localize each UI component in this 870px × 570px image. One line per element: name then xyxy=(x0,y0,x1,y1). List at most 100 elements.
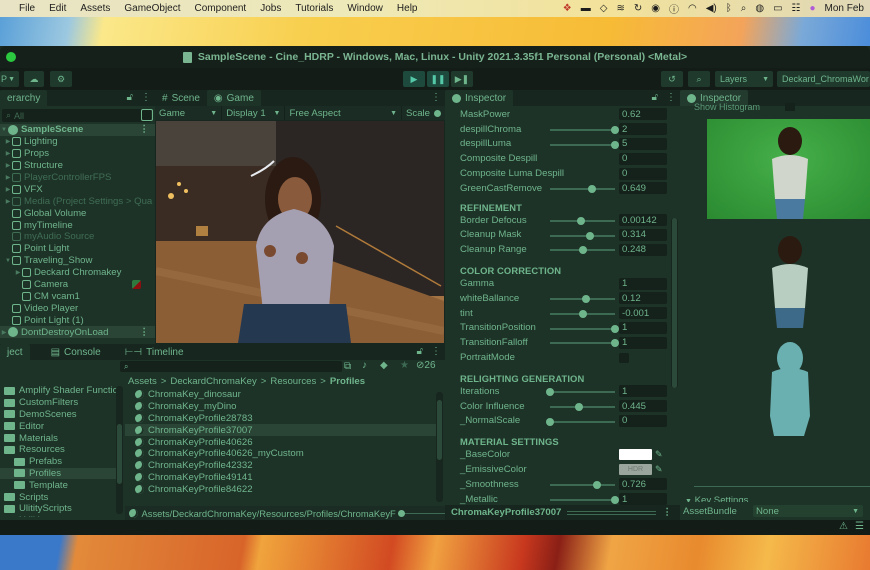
asset-item[interactable]: ChromaKeyProfile28783 xyxy=(135,413,436,425)
folder-item[interactable]: Resources xyxy=(0,444,118,456)
control-center-icon[interactable]: ☷ xyxy=(792,3,801,14)
asset-item[interactable]: ChromaKeyProfile37007 xyxy=(125,424,436,437)
menu-assets[interactable]: Assets xyxy=(73,3,117,14)
settings-button[interactable]: ⚙ xyxy=(50,71,72,87)
collab-icon[interactable]: ☰ xyxy=(855,521,864,532)
slider-knob[interactable] xyxy=(578,246,587,255)
tab-inspector[interactable]: Inspector xyxy=(445,90,514,106)
slider-knob[interactable] xyxy=(582,294,591,303)
hierarchy-item[interactable]: Camera xyxy=(0,279,155,291)
foldout-arrow-icon[interactable]: ▶ xyxy=(4,150,12,157)
menu-help[interactable]: Help xyxy=(390,3,425,14)
display-dropdown[interactable]: Display 1 ▼ xyxy=(222,106,286,120)
kebab-menu-icon[interactable]: ⋮ xyxy=(431,346,441,357)
slider-knob[interactable] xyxy=(611,339,619,348)
property-slider[interactable] xyxy=(550,140,619,149)
property-slider[interactable] xyxy=(546,417,615,426)
slider-knob[interactable] xyxy=(574,402,583,411)
aspect-dropdown[interactable]: Free Aspect ▼ xyxy=(285,106,402,120)
foldout-arrow-icon[interactable]: ▶ xyxy=(4,186,12,193)
slider-knob[interactable] xyxy=(546,417,554,426)
volume-icon[interactable]: ◀) xyxy=(706,3,717,14)
scrollbar-thumb[interactable] xyxy=(672,218,677,388)
eyedropper-icon[interactable]: ✎ xyxy=(655,464,663,475)
property-slider[interactable] xyxy=(546,387,615,396)
folder-item[interactable]: Template xyxy=(0,479,118,491)
menu-tutorials[interactable]: Tutorials xyxy=(288,3,340,14)
property-value-field[interactable]: 1 xyxy=(619,321,667,334)
tab-project[interactable]: ject xyxy=(0,344,30,360)
eyedropper-icon[interactable]: ✎ xyxy=(655,449,663,460)
kebab-menu-icon[interactable]: ⋮ xyxy=(139,327,149,338)
filter-by-type-icon[interactable]: ♪ xyxy=(362,360,367,371)
slider-knob[interactable] xyxy=(611,125,619,134)
cloud-button[interactable]: ☁ xyxy=(24,71,44,87)
slider-knob[interactable] xyxy=(611,324,619,333)
property-slider[interactable] xyxy=(550,231,615,240)
hierarchy-item[interactable]: ▶ VFX xyxy=(0,183,155,195)
layers-dropdown[interactable]: Layers ▼ xyxy=(715,71,773,87)
kebab-menu-icon[interactable]: ⋮ xyxy=(666,92,676,103)
slider-knob[interactable] xyxy=(593,480,602,489)
slider-knob[interactable] xyxy=(546,387,554,396)
hierarchy-item[interactable]: ▶ Media (Project Settings > Qua xyxy=(0,195,155,207)
hierarchy-item[interactable]: ▶ PlayerControllerFPS xyxy=(0,172,155,184)
kebab-menu-icon[interactable]: ⋮ xyxy=(139,124,149,135)
folder-item[interactable]: UlitityScripts xyxy=(0,503,118,515)
foldout-arrow-icon[interactable]: ▼ xyxy=(0,127,8,133)
property-value-field[interactable]: 0.726 xyxy=(619,478,667,491)
asset-item[interactable]: ChromaKeyProfile49141 xyxy=(135,472,436,484)
hierarchy-item[interactable]: myTimeline xyxy=(0,219,155,231)
breadcrumb-item[interactable]: Resources xyxy=(270,376,316,387)
asset-item[interactable]: ChromaKey_myDino xyxy=(135,401,436,413)
lock-icon[interactable]: 🔓︎ xyxy=(652,92,658,103)
property-value-field[interactable]: 0 xyxy=(619,152,667,165)
asset-scrollbar[interactable] xyxy=(436,392,443,502)
kebab-menu-icon[interactable]: ⋮ xyxy=(662,507,672,518)
histogram-toggle[interactable] xyxy=(785,103,795,111)
scrollbar-thumb[interactable] xyxy=(117,424,122,484)
debug-icon[interactable]: ⚠ xyxy=(839,521,848,532)
color-swatch[interactable]: HDR xyxy=(619,464,652,476)
spotlight-icon[interactable]: ⌕ xyxy=(741,3,747,14)
slider-knob[interactable] xyxy=(578,309,587,318)
property-value-field[interactable]: 1 xyxy=(619,336,667,349)
folder-item[interactable]: Materials xyxy=(0,432,118,444)
property-value-field[interactable]: 0.62 xyxy=(619,108,667,121)
hierarchy-item[interactable]: ▶ Deckard Chromakey xyxy=(0,267,155,279)
slider-knob[interactable] xyxy=(588,184,597,193)
step-button[interactable]: ▶❚ xyxy=(451,71,473,87)
layout-dropdown[interactable]: Deckard_ChromaWor xyxy=(777,71,870,87)
menu-gameobject[interactable]: GameObject xyxy=(117,3,187,14)
play-button[interactable]: ▶ xyxy=(403,71,425,87)
property-value-field[interactable]: 0 xyxy=(619,414,667,427)
folder-item[interactable]: Amplify Shader Functio xyxy=(0,385,118,397)
wifi-icon[interactable]: ◠ xyxy=(688,3,697,14)
user-icon[interactable]: ◍ xyxy=(755,3,764,14)
foldout-arrow-icon[interactable]: ▶ xyxy=(4,198,12,205)
folder-item[interactable]: Scripts xyxy=(0,491,118,503)
property-value-field[interactable]: 0.649 xyxy=(619,182,667,195)
property-slider[interactable] xyxy=(550,184,615,193)
foldout-arrow-icon[interactable]: ▶ xyxy=(14,269,22,276)
hierarchy-item[interactable]: Point Light xyxy=(0,243,155,255)
property-value-field[interactable]: -0.001 xyxy=(619,307,667,320)
asset-item[interactable]: ChromaKeyProfile42332 xyxy=(135,460,436,472)
property-slider[interactable] xyxy=(550,125,619,134)
hierarchy-item[interactable]: Point Light (1) xyxy=(0,314,155,326)
sync-icon[interactable]: ↻ xyxy=(634,3,642,14)
inspector-scrollbar[interactable] xyxy=(671,218,678,388)
property-value-field[interactable]: 1 xyxy=(619,493,667,506)
asset-item[interactable]: ChromaKey_dinosaur xyxy=(135,389,436,401)
tab-scene[interactable]: # Scene xyxy=(155,90,207,106)
show-histogram-label[interactable]: Show Histogram xyxy=(694,102,760,112)
asset-item[interactable]: ChromaKeyProfile40626_myCustom xyxy=(135,448,436,460)
slider-knob[interactable] xyxy=(577,216,586,225)
info-icon[interactable]: ⓘ xyxy=(669,1,679,16)
property-value-field[interactable]: 2 xyxy=(619,123,667,136)
hierarchy-item[interactable]: ▶ Props xyxy=(0,148,155,160)
expand-search-icon[interactable]: ⧉ xyxy=(344,361,351,372)
property-value-field[interactable]: 5 xyxy=(619,137,667,150)
property-checkbox[interactable] xyxy=(619,352,629,363)
game-mode-dropdown[interactable]: Game ▼ xyxy=(155,106,223,120)
